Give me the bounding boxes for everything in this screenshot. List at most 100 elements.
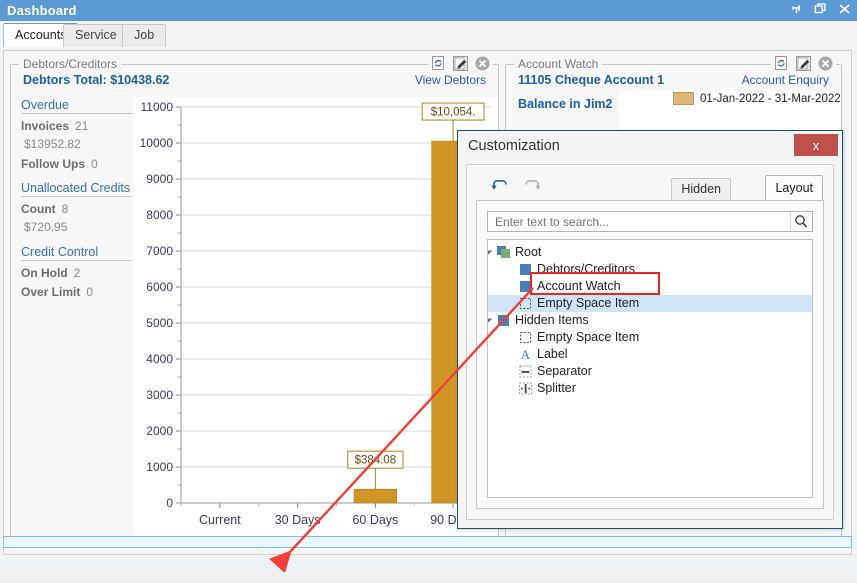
svg-text:2000: 2000 [146,424,173,438]
expander-icon[interactable] [487,244,495,261]
close-window-button[interactable] [838,2,851,16]
panel-icon [496,313,511,328]
debtors-creditors-panel: Debtors/Creditors Debtors Total: $10438.… [10,57,499,546]
stat-value: 21 [69,119,88,133]
tree-item[interactable]: Account Watch [488,278,812,295]
panel-tools [428,55,493,72]
svg-text:A: A [521,347,531,362]
stat-header-unallocated-credits: Unallocated Credits [21,181,133,197]
svg-text:0: 0 [166,496,173,510]
panel-legend: Debtors/Creditors [19,57,121,71]
restore-window-button[interactable] [814,2,827,16]
dialog-body: Hidden Items Layout Tree View RootDebtor… [466,164,834,520]
tree-item[interactable]: Empty Space Item [488,295,812,312]
stat-amount-unallocated: $720.95 [21,219,133,238]
tree-item[interactable]: Debtors/Creditors [488,261,812,278]
stat-label: Follow Ups [21,157,85,171]
svg-text:$10,054.: $10,054. [431,107,476,119]
tree-item[interactable]: Root [488,244,812,261]
customization-dialog: Customization x Hidden Items Layout Tree… [457,130,843,529]
svg-text:4000: 4000 [146,352,173,366]
tree-item-label: Empty Space Item [537,329,639,346]
svg-text:7000: 7000 [146,244,173,258]
tree-item[interactable]: Hidden Items [488,312,812,329]
spacer [21,238,133,245]
undo-redo-toolbar [489,177,543,197]
refresh-icon[interactable] [430,55,447,72]
svg-text:9000: 9000 [146,172,173,186]
tree-item-label: Empty Space Item [537,295,639,312]
stat-row-on-hold: On Hold2 [21,264,133,283]
debtors-stat-column: Overdue Invoices21 $13952.82 Follow Ups0… [21,98,133,302]
svg-text:6000: 6000 [146,280,173,294]
stat-header-overdue: Overdue [21,98,133,114]
series-color-swatch [673,92,694,105]
expander-icon[interactable] [487,312,495,329]
stat-amount-overdue: $13952.82 [21,136,133,155]
stat-label: Count [21,202,56,216]
tree-item-label: Hidden Items [515,312,589,329]
svg-text:11000: 11000 [141,100,174,114]
tree-item[interactable]: A Label [488,346,812,363]
debtors-panel-content: Debtors Total: $10438.62 View Debtors Ov… [11,65,498,545]
view-debtors-link[interactable]: View Debtors [415,73,486,87]
separator-icon [518,364,533,379]
title-bar: Dashboard [0,0,857,21]
svg-text:10000: 10000 [140,136,174,150]
tree-item[interactable]: Separator [488,363,812,380]
tree-item-label: Label [537,346,568,363]
chart-canvas: 0100020003000400050006000700080009000100… [133,97,498,545]
bottom-strip [0,572,857,583]
edit-icon[interactable] [795,55,812,72]
edit-icon[interactable] [452,55,469,72]
balance-subheadline: Balance in Jim2 [518,97,613,111]
stat-row-count: Count8 [21,200,133,219]
debtors-total-headline: Debtors Total: $10438.62 [23,73,169,87]
label-icon: A [518,347,533,362]
status-bar [3,536,852,548]
account-enquiry-link[interactable]: Account Enquiry [742,73,829,87]
root-node-icon [496,245,511,260]
search-box[interactable] [487,211,813,232]
stat-row-over-limit: Over Limit0 [21,283,133,302]
undo-icon[interactable] [489,177,509,197]
dialog-close-button[interactable]: x [794,134,838,156]
stat-value: 8 [56,202,69,216]
series-date-range: 01-Jan-2022 - 31-Mar-2022 [700,93,841,105]
pin-window-button[interactable] [790,2,803,16]
layout-tree[interactable]: RootDebtors/CreditorsAccount WatchEmpty … [487,239,813,498]
tab-service[interactable]: Service [63,24,129,47]
svg-text:60 Days: 60 Days [352,513,398,527]
close-icon[interactable] [474,55,491,72]
stat-label: Over Limit [21,285,80,299]
tab-layout-tree-view[interactable]: Layout Tree View [765,175,823,201]
tree-item[interactable]: Empty Space Item [488,329,812,346]
tab-hidden-items[interactable]: Hidden Items [671,178,731,201]
stat-label: On Hold [21,266,68,280]
stat-value: 2 [68,266,81,280]
svg-text:1000: 1000 [146,460,173,474]
stat-row-invoices: Invoices21 [21,117,133,136]
redo-icon[interactable] [523,177,543,197]
search-icon[interactable] [790,212,812,231]
svg-text:$384.08: $384.08 [355,455,397,467]
svg-text:30 Days: 30 Days [275,513,321,527]
empty-space-icon [518,330,533,345]
splitter-icon [518,381,533,396]
tab-job[interactable]: Job [122,24,166,47]
panel-icon [518,262,533,277]
dialog-title: Customization [468,138,560,154]
stat-value: 0 [85,157,98,171]
stat-value: 0 [80,285,93,299]
refresh-icon[interactable] [773,55,790,72]
panel-legend: Account Watch [514,57,602,71]
debtors-aging-bar-chart[interactable]: 0100020003000400050006000700080009000100… [133,97,498,545]
spacer [21,174,133,181]
tree-item-label: Root [515,244,541,261]
search-input[interactable] [493,212,791,233]
close-icon[interactable] [817,55,834,72]
stat-header-credit-control: Credit Control [21,245,133,261]
tree-item-label: Account Watch [537,278,621,295]
main-tabstrip: Accounts Service Job [0,21,857,48]
tree-item[interactable]: Splitter [488,380,812,397]
